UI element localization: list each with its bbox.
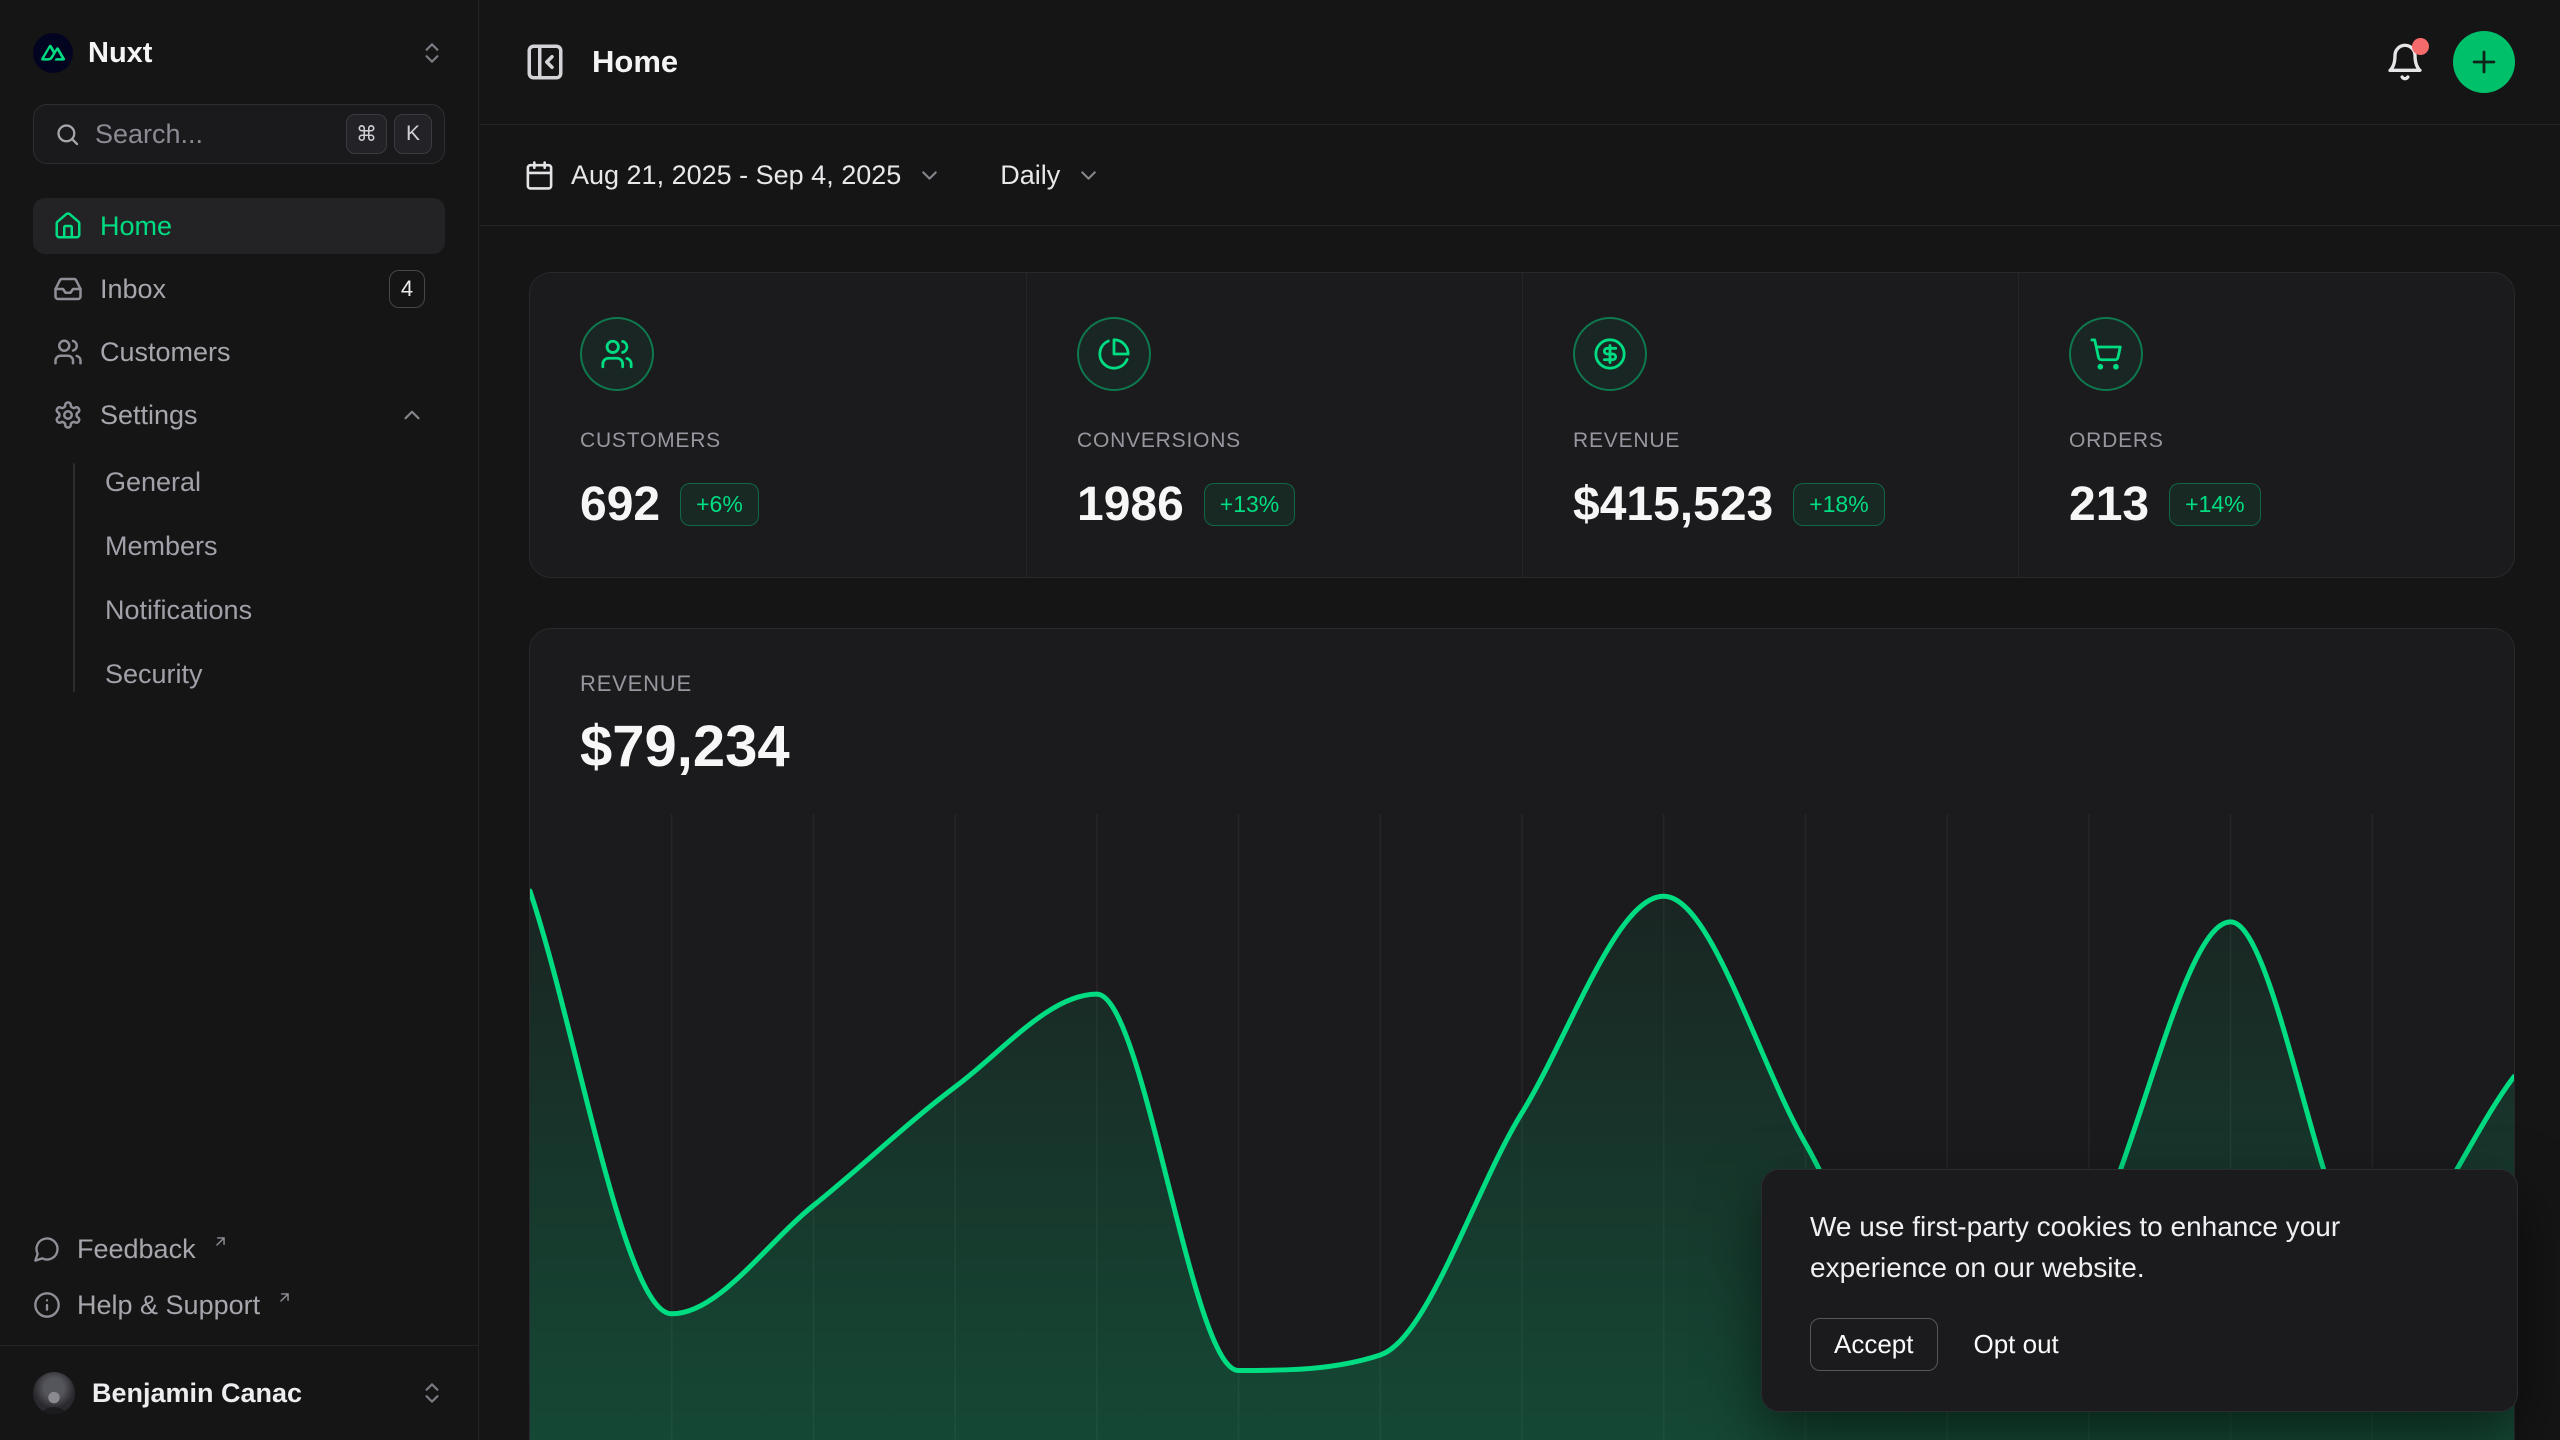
- stat-value: $415,523: [1573, 477, 1773, 532]
- stat-delta-badge: +14%: [2169, 483, 2260, 526]
- stat-label: CUSTOMERS: [580, 429, 996, 453]
- stat-value: 692: [580, 477, 660, 532]
- sidebar-item-customers[interactable]: Customers: [33, 324, 445, 380]
- stat-card-customers[interactable]: CUSTOMERS 692 +6%: [530, 273, 1026, 577]
- cookie-banner: We use first-party cookies to enhance yo…: [1761, 1169, 2518, 1412]
- collapse-sidebar-icon[interactable]: [524, 41, 566, 83]
- feedback-link[interactable]: Feedback: [33, 1221, 445, 1277]
- feedback-label: Feedback: [77, 1234, 196, 1265]
- inbox-icon: [53, 274, 83, 304]
- add-button[interactable]: [2453, 31, 2515, 93]
- search-icon: [54, 121, 81, 148]
- sidebar-item-label: Home: [100, 211, 172, 242]
- stat-value: 213: [2069, 477, 2149, 532]
- chevron-down-icon: [917, 163, 942, 188]
- stat-value: 1986: [1077, 477, 1184, 532]
- user-name: Benjamin Canac: [92, 1378, 302, 1409]
- stat-delta-badge: +6%: [680, 483, 759, 526]
- calendar-icon: [524, 160, 555, 191]
- stat-delta-badge: +18%: [1793, 483, 1884, 526]
- workspace-switcher[interactable]: Nuxt: [33, 26, 445, 80]
- cookie-message: We use first-party cookies to enhance yo…: [1810, 1206, 2430, 1288]
- page-header: Home: [479, 0, 2560, 125]
- search-shortcut: ⌘ K: [346, 114, 432, 154]
- filters-toolbar: Aug 21, 2025 - Sep 4, 2025 Daily: [479, 125, 2560, 226]
- revenue-chart-value: $79,234: [580, 713, 2464, 780]
- chevron-up-icon: [399, 402, 425, 428]
- opt-out-button[interactable]: Opt out: [1974, 1329, 2059, 1360]
- granularity-select[interactable]: Daily: [1000, 160, 1101, 191]
- notification-dot: [2412, 38, 2429, 55]
- sidebar-spacer: [0, 702, 478, 1221]
- sidebar-item-home[interactable]: Home: [33, 198, 445, 254]
- stat-label: ORDERS: [2069, 429, 2484, 453]
- stat-card-conversions[interactable]: CONVERSIONS 1986 +13%: [1026, 273, 1522, 577]
- date-range-picker[interactable]: Aug 21, 2025 - Sep 4, 2025: [524, 160, 942, 191]
- chevron-down-icon: [1076, 163, 1101, 188]
- sidebar: Nuxt Search... ⌘ K Home: [0, 0, 479, 1440]
- stat-label: REVENUE: [1573, 429, 1988, 453]
- stat-label: CONVERSIONS: [1077, 429, 1492, 453]
- info-circle-icon: [33, 1291, 61, 1319]
- kbd-k: K: [394, 114, 432, 154]
- sidebar-item-security[interactable]: Security: [33, 647, 445, 702]
- workspace-name: Nuxt: [88, 37, 152, 70]
- sidebar-item-general[interactable]: General: [33, 455, 445, 510]
- help-support-label: Help & Support: [77, 1290, 260, 1321]
- message-bubble-icon: [33, 1235, 61, 1263]
- gear-icon: [53, 400, 83, 430]
- stat-card-revenue[interactable]: REVENUE $415,523 +18%: [1522, 273, 2018, 577]
- stat-card-orders[interactable]: ORDERS 213 +14%: [2018, 273, 2514, 577]
- chevrons-up-down-icon: [419, 40, 445, 66]
- stat-delta-badge: +13%: [1204, 483, 1295, 526]
- sidebar-item-notifications[interactable]: Notifications: [33, 583, 445, 638]
- sidebar-item-label: Customers: [100, 337, 231, 368]
- chevrons-up-down-icon: [419, 1380, 445, 1406]
- revenue-chart-label: REVENUE: [580, 671, 2464, 697]
- kbd-meta: ⌘: [346, 114, 387, 154]
- page-title: Home: [592, 44, 678, 80]
- external-link-icon: [212, 1233, 229, 1250]
- sidebar-item-settings[interactable]: Settings: [33, 387, 445, 443]
- sidebar-item-label: Inbox: [100, 274, 166, 305]
- nuxt-logo-icon: [33, 33, 73, 73]
- help-support-link[interactable]: Help & Support: [33, 1277, 445, 1333]
- user-menu[interactable]: Benjamin Canac: [0, 1345, 478, 1440]
- cart-icon: [2069, 317, 2143, 391]
- dollar-circle-icon: [1573, 317, 1647, 391]
- notifications-button[interactable]: [2385, 42, 2425, 82]
- sidebar-item-members[interactable]: Members: [33, 519, 445, 574]
- search-input[interactable]: Search... ⌘ K: [33, 104, 445, 164]
- external-link-icon: [276, 1289, 293, 1306]
- pie-chart-icon: [1077, 317, 1151, 391]
- accept-button[interactable]: Accept: [1810, 1318, 1938, 1371]
- home-icon: [53, 211, 83, 241]
- search-placeholder: Search...: [95, 119, 332, 150]
- settings-submenu: General Members Notifications Security: [33, 455, 445, 702]
- granularity-value: Daily: [1000, 160, 1060, 191]
- stats-row: CUSTOMERS 692 +6% CONVERSIONS 1986 +13%: [529, 272, 2515, 578]
- date-range-value: Aug 21, 2025 - Sep 4, 2025: [571, 160, 901, 191]
- sidebar-nav: Home Inbox 4 Customers Settings: [33, 198, 445, 702]
- inbox-count-badge: 4: [389, 270, 425, 308]
- users-icon: [580, 317, 654, 391]
- user-avatar: [33, 1372, 75, 1414]
- sidebar-item-inbox[interactable]: Inbox 4: [33, 261, 445, 317]
- users-icon: [53, 337, 83, 367]
- sidebar-item-label: Settings: [100, 400, 198, 431]
